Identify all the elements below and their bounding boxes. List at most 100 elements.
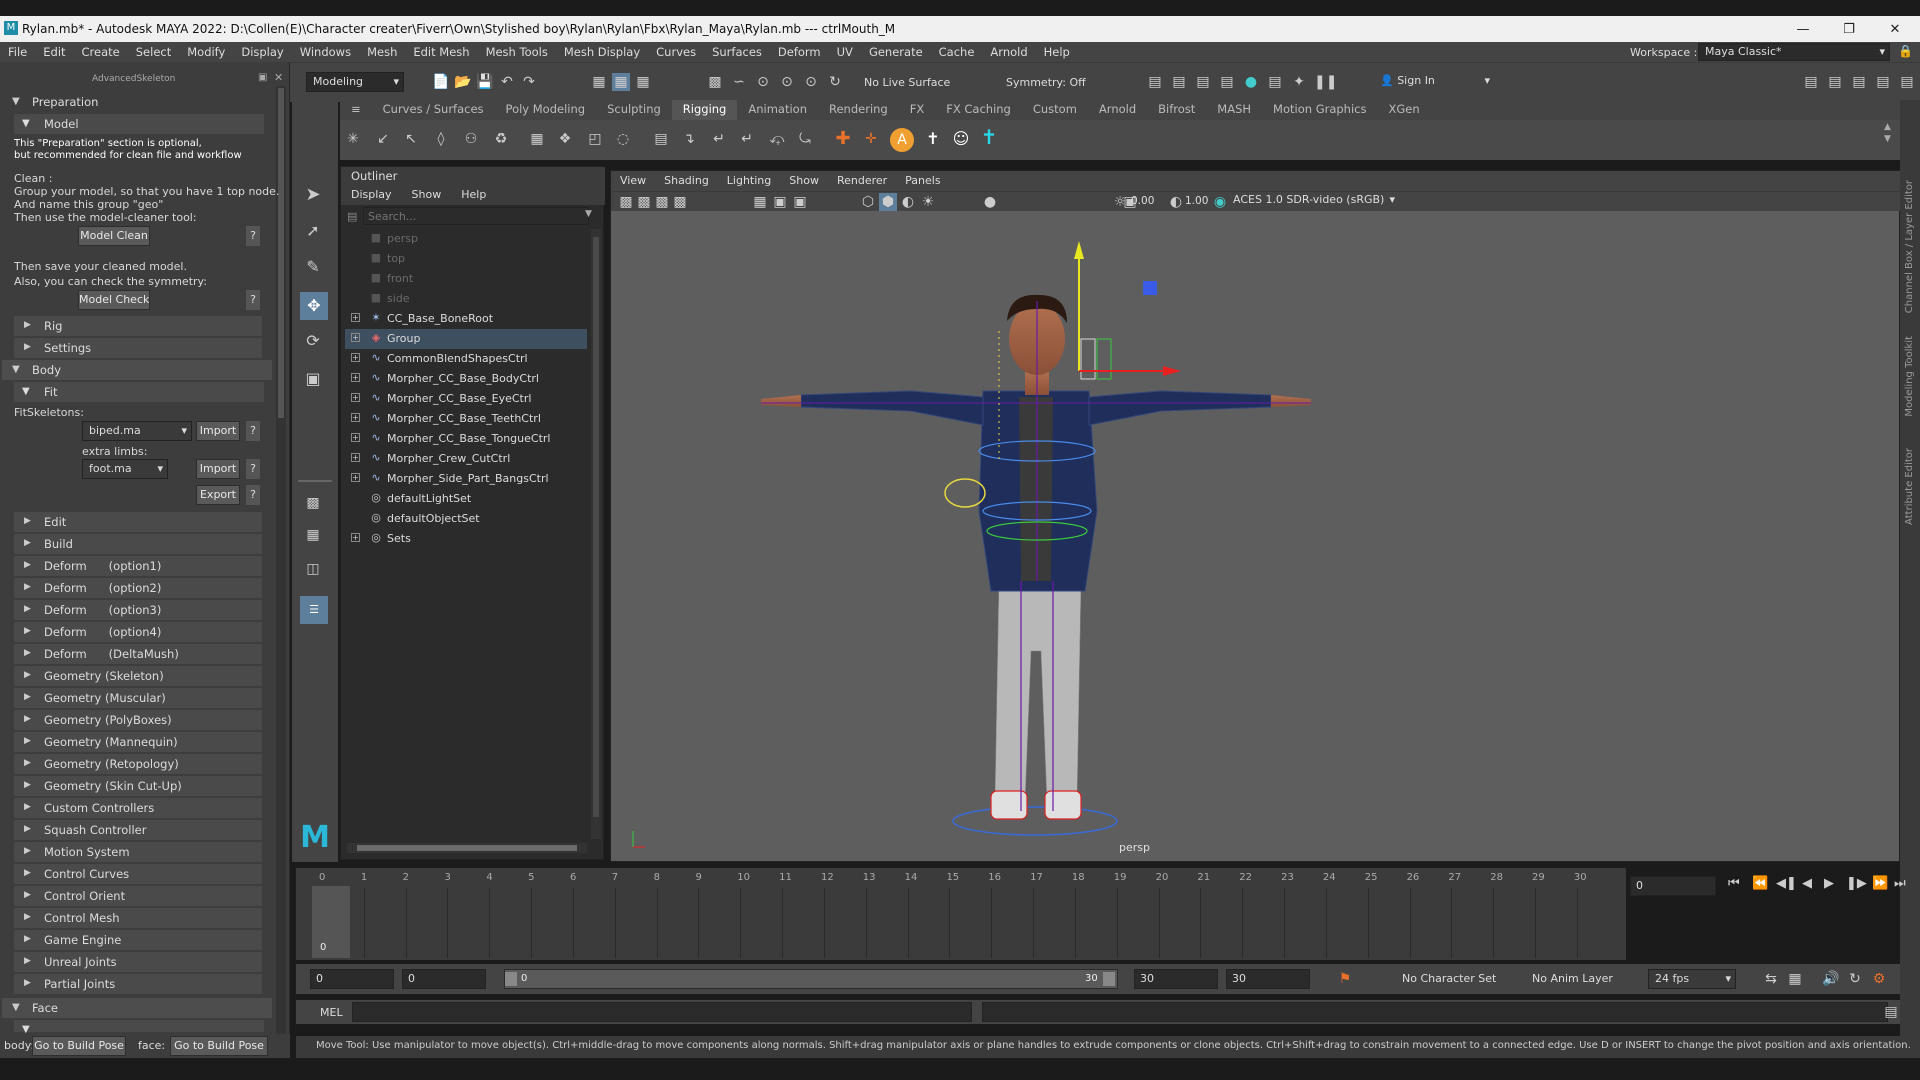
outliner-hscroll[interactable] (347, 843, 587, 853)
menu-mesh-display[interactable]: Mesh Display (556, 45, 648, 59)
symmetry-label[interactable]: Symmetry: Off (1006, 76, 1086, 89)
auto-key-icon[interactable]: ⚑ (1336, 970, 1354, 988)
advanced-skeleton-icon[interactable]: A (890, 128, 914, 152)
search-dropdown-icon[interactable]: ▼ (585, 209, 592, 219)
expand-icon[interactable]: + (351, 413, 360, 422)
select-component-icon[interactable]: ▦ (634, 73, 652, 91)
range-start-field[interactable]: 0 (402, 969, 486, 989)
hypershade-icon[interactable]: ● (1242, 73, 1260, 91)
outliner-row[interactable]: ■ side (345, 289, 587, 309)
save-scene-icon[interactable]: 💾 (476, 73, 494, 91)
pause-icon[interactable]: ❚❚ (1314, 73, 1337, 91)
export-button[interactable]: Export (196, 485, 240, 505)
outliner-row[interactable]: ◎ defaultObjectSet (345, 509, 587, 529)
gamma-icon[interactable]: ◐ (1167, 193, 1185, 211)
expand-icon[interactable]: + (351, 433, 360, 442)
section-item[interactable]: ▶ Build (14, 534, 262, 554)
foot-dropdown[interactable]: foot.ma ▾ (82, 459, 168, 479)
viewport-menu-renderer[interactable]: Renderer (828, 171, 896, 191)
attribute-editor-tab[interactable]: Attribute Editor (1904, 448, 1915, 525)
range-end-field[interactable]: 30 (1134, 969, 1218, 989)
section-item[interactable]: ▶ Control Mesh (14, 908, 262, 928)
shelf-tab-rigging[interactable]: Rigging (671, 100, 738, 120)
biped-dropdown[interactable]: biped.ma ▾ (82, 421, 192, 441)
play-forward-icon[interactable]: ▶ (1824, 876, 1834, 891)
wrap-icon[interactable]: ◰ (586, 130, 604, 148)
menu-help[interactable]: Help (1036, 45, 1078, 59)
section-face-sub[interactable]: ▼ (14, 1020, 264, 1035)
menu-generate[interactable]: Generate (861, 45, 931, 59)
quick-rig-icon[interactable]: ♻ (492, 130, 510, 148)
ik-fk-icon[interactable]: ✛ (862, 130, 880, 148)
persp-viewport[interactable]: View Shading Lighting Show Renderer Panels ▩ … (610, 170, 1901, 862)
import-skeleton-help-button[interactable]: ? (246, 421, 260, 441)
outliner-row[interactable]: + ✶ CC_Base_BoneRoot (345, 309, 587, 329)
single-pane-icon[interactable]: ▩ (304, 494, 322, 512)
outliner-row[interactable]: ■ persp (345, 229, 587, 249)
shelf-tab-motion-graphics[interactable]: Motion Graphics (1262, 100, 1377, 120)
section-item[interactable]: ▶ Geometry (Muscular) (14, 688, 262, 708)
aim-constraint-icon[interactable]: ⤽ (768, 130, 786, 148)
menu-file[interactable]: File (0, 45, 35, 59)
section-item[interactable]: ▶ Geometry (Mannequin) (14, 732, 262, 752)
far-clip-value[interactable]: 1.00 (1185, 195, 1208, 207)
shelf-tab-fx-caching[interactable]: FX Caching (935, 100, 1022, 120)
snap-grid-icon[interactable]: ▩ (706, 73, 724, 91)
panel-layout-icon-1[interactable]: ▤ (1802, 73, 1820, 91)
sign-in-dropdown[interactable]: 👤 Sign In ▾ (1374, 72, 1494, 92)
live-surface-label[interactable]: No Live Surface (864, 76, 950, 89)
redo-icon[interactable]: ↷ (520, 73, 538, 91)
humanik-icon[interactable]: ⚇ (462, 130, 480, 148)
section-item[interactable]: ▶ Deform (option1) (14, 556, 262, 576)
menu-edit[interactable]: Edit (35, 45, 73, 59)
expand-icon[interactable]: + (351, 453, 360, 462)
section-item[interactable]: ▶ Custom Controllers (14, 798, 262, 818)
resolution-gate-icon[interactable]: ▣ (791, 193, 809, 211)
menu-curves[interactable]: Curves (648, 45, 704, 59)
four-pane-icon[interactable]: ▦ (304, 526, 322, 544)
menu-modify[interactable]: Modify (179, 45, 233, 59)
section-item[interactable]: ▶ Geometry (Retopology) (14, 754, 262, 774)
snap-point-icon[interactable]: ⊙ (754, 73, 772, 91)
shelf-tab-xgen[interactable]: XGen (1377, 100, 1430, 120)
script-editor-icon[interactable]: ▤ (1882, 1003, 1900, 1021)
menu-select[interactable]: Select (128, 45, 179, 59)
viewport-menu-show[interactable]: Show (780, 171, 828, 191)
menu-edit-mesh[interactable]: Edit Mesh (405, 45, 477, 59)
locator-icon[interactable]: ✚ (834, 130, 852, 148)
ik-handle-icon[interactable]: ↙ (374, 130, 392, 148)
image-plane-icon[interactable]: ▩ (671, 193, 689, 211)
step-forward-key-icon[interactable]: ⏩ (1872, 876, 1888, 891)
anim-layer-dropdown[interactable]: No Anim Layer (1532, 972, 1613, 985)
mel-label[interactable]: MEL (320, 1006, 343, 1019)
color-management-icon[interactable]: ◉ (1211, 193, 1229, 211)
time-slider[interactable]: 0 1 2 3 4 5 6 7 8 9 10 11 12 13 14 15 16 17 18 19 20 21 22 23 24… (296, 868, 1626, 960)
exposure-icon[interactable]: ☼ (1111, 193, 1129, 211)
start-frame-field[interactable]: 0 (310, 969, 394, 989)
menu-mesh[interactable]: Mesh (359, 45, 405, 59)
workspace-dropdown[interactable]: Maya Classic* ▾ (1698, 43, 1890, 61)
camera-attr-icon[interactable]: ▩ (635, 193, 653, 211)
scale-tool-icon[interactable]: ▣ (304, 370, 322, 388)
menu-create[interactable]: Create (74, 45, 128, 59)
panel-layout-icon-3[interactable]: ▤ (1850, 73, 1868, 91)
orient-constraint-icon[interactable]: ↵ (710, 130, 728, 148)
pole-vector-icon[interactable]: ⤿ (796, 130, 814, 148)
section-item[interactable]: ▶ Geometry (Skeleton) (14, 666, 262, 686)
arnold-render-icon[interactable]: ▤ (1266, 73, 1284, 91)
menu-display[interactable]: Display (233, 45, 291, 59)
section-item[interactable]: ▶ Geometry (PolyBoxes) (14, 710, 262, 730)
near-clip-value[interactable]: 0.00 (1131, 195, 1154, 207)
step-back-key-icon[interactable]: ⏪ (1752, 876, 1768, 891)
section-item[interactable]: ▶ Squash Controller (14, 820, 262, 840)
mode-dropdown[interactable]: Modeling ▾ (306, 72, 404, 92)
section-settings[interactable]: ▶ Settings (14, 338, 262, 358)
viewport-menu-lighting[interactable]: Lighting (718, 171, 780, 191)
expand-icon[interactable]: + (351, 393, 360, 402)
outliner-row[interactable]: ■ top (345, 249, 587, 269)
menu-surfaces[interactable]: Surfaces (704, 45, 770, 59)
shelf-tab-fx[interactable]: FX (899, 100, 936, 120)
menu-windows[interactable]: Windows (292, 45, 359, 59)
outliner-row[interactable]: + ∿ Morpher_Side_Part_BangsCtrl (345, 469, 587, 489)
panel-close-icon[interactable]: ✕ (274, 71, 283, 84)
